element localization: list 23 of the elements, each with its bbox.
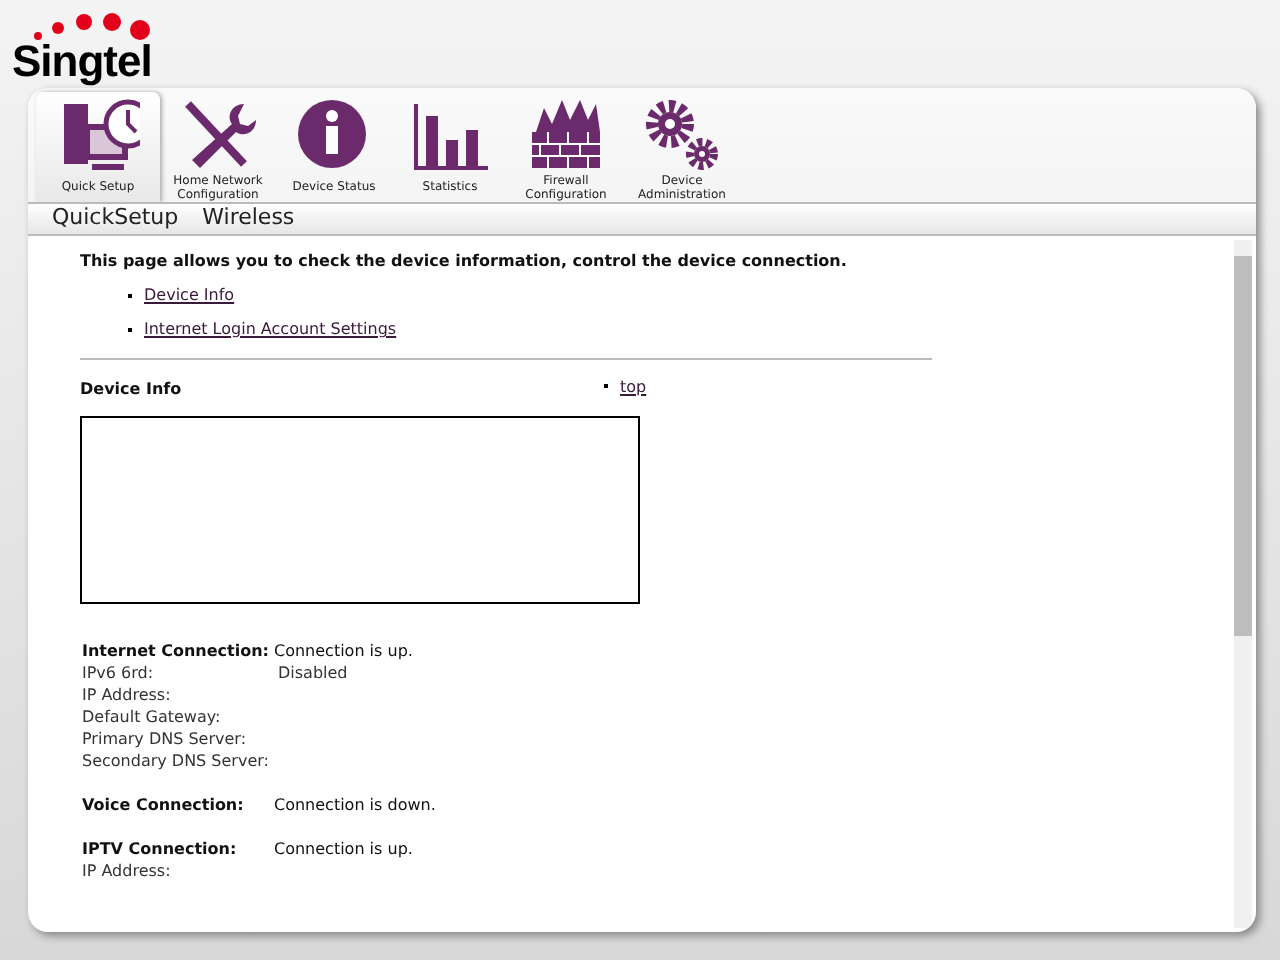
field-label: Primary DNS Server: [82, 728, 249, 750]
link[interactable]: Internet Login Account Settings [144, 318, 397, 340]
submenu-link[interactable]: Wireless [202, 202, 295, 236]
field-label: IPv6 6rd: [82, 662, 156, 684]
section-title: Device Info [80, 378, 184, 400]
connection-status: Connection is up. [274, 838, 413, 860]
connection-label: Voice Connection: [82, 794, 246, 816]
gears-icon [640, 96, 724, 172]
top-link[interactable]: top [620, 375, 647, 397]
link[interactable]: Device Info [144, 284, 235, 306]
field-label: IP Address: [82, 684, 173, 706]
scrollbar[interactable] [1234, 240, 1252, 928]
intro-text: This page allows you to check the device information, control the device connection. [80, 250, 849, 272]
connection-status: Connection is up. [274, 640, 413, 662]
field-label: Default Gateway: [82, 706, 223, 728]
field-label: IP Address: [82, 860, 173, 882]
submenu-link[interactable]: QuickSetup [52, 202, 179, 236]
connection-label: Internet Connection: [82, 640, 271, 662]
connection-status: Connection is down. [274, 794, 436, 816]
connection-label: IPTV Connection: [82, 838, 239, 860]
field-label: Secondary DNS Server: [82, 750, 271, 772]
logo-text: Singtel [12, 36, 152, 88]
field-value: Disabled [278, 662, 348, 684]
